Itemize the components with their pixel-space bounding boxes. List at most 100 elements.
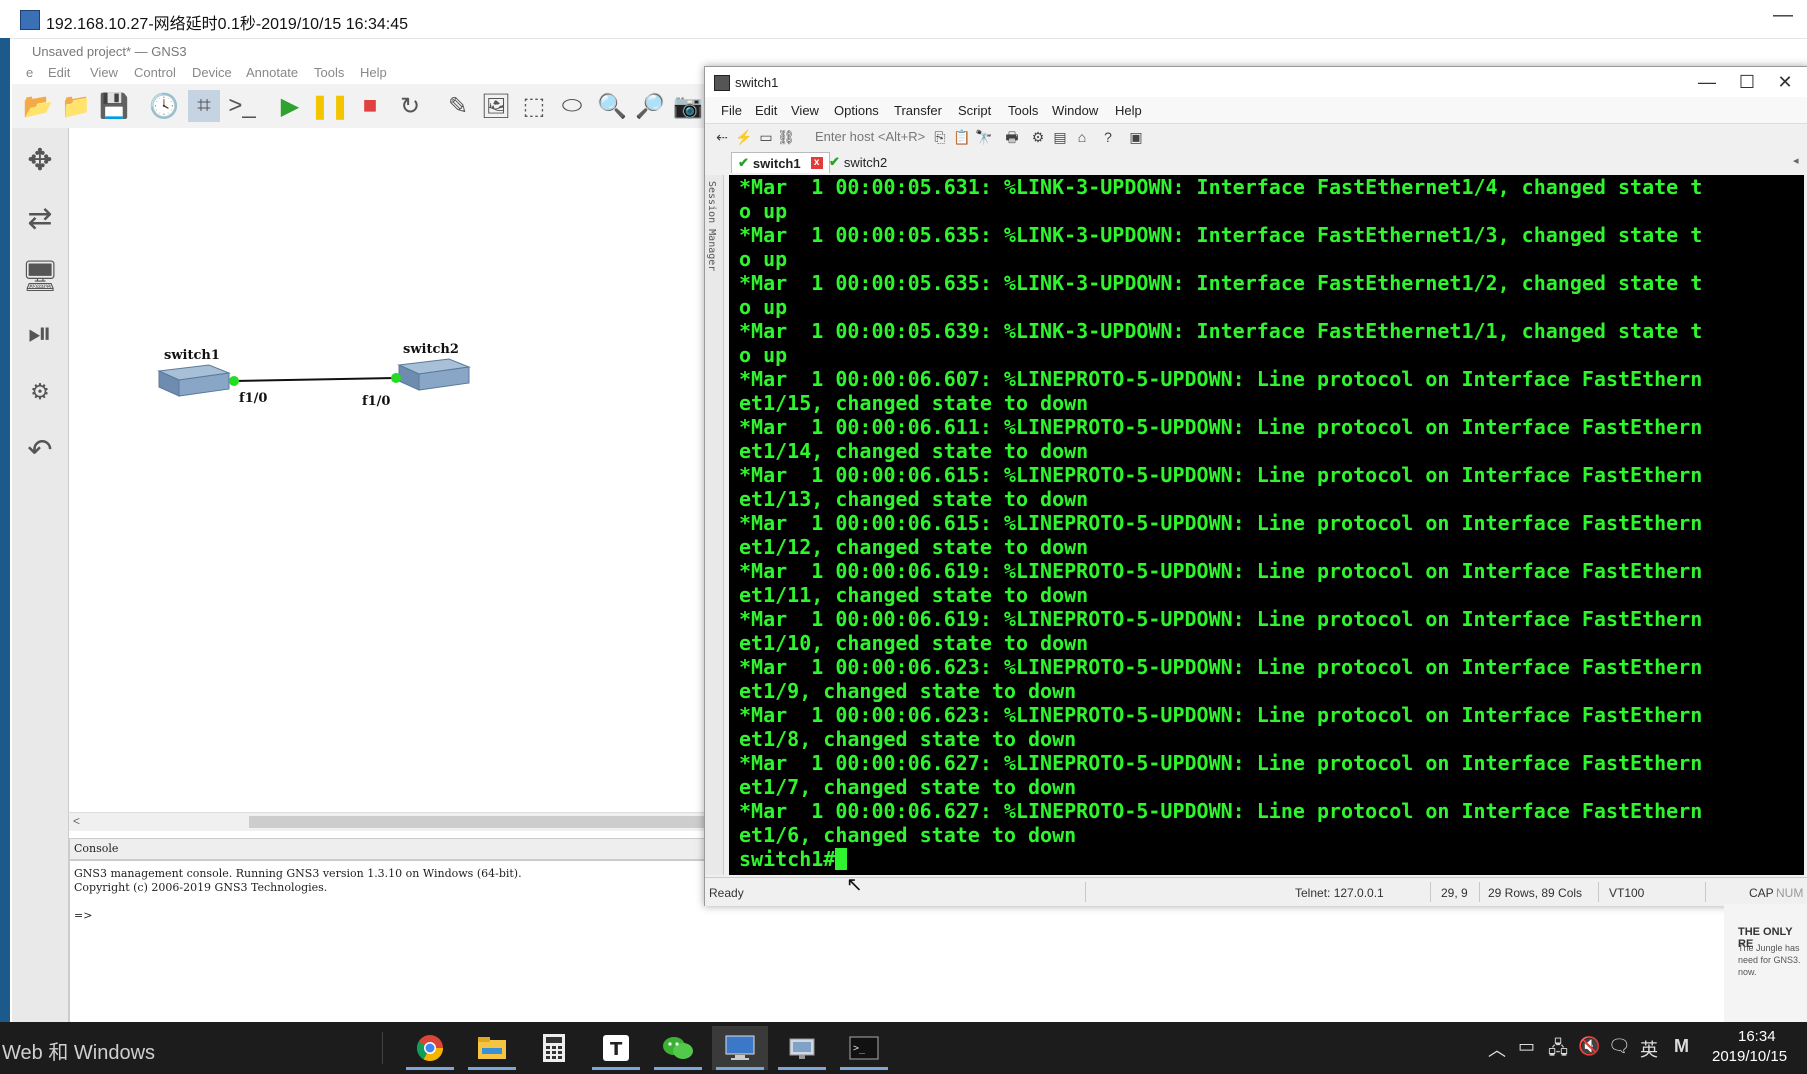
news-ad-panel[interactable]: THE ONLY RE The Jungle has need for GNS3… [1724, 904, 1807, 1022]
add-link-icon[interactable]: ↶ [18, 428, 62, 472]
connect-tab-icon[interactable]: ▭ [757, 128, 775, 146]
crt-menu-file[interactable]: File [721, 103, 742, 118]
crt-menu-help[interactable]: Help [1115, 103, 1142, 118]
sftp-icon[interactable]: ▤ [1051, 128, 1069, 146]
start-all-icon[interactable]: ▶ [274, 90, 306, 122]
calculator-icon[interactable] [526, 1026, 582, 1070]
paste-icon[interactable]: 📋 [953, 128, 971, 146]
crt-menu-transfer[interactable]: Transfer [894, 103, 942, 118]
topology-drawing [157, 358, 471, 397]
session-options-icon[interactable]: ⚙ [1029, 128, 1047, 146]
gns3-menu-help[interactable]: Help [360, 65, 387, 80]
crt-menu-script[interactable]: Script [958, 103, 991, 118]
network-status-icon[interactable]: 🖧 [1548, 1036, 1568, 1066]
print-icon[interactable]: 🖶 [1003, 128, 1021, 146]
stop-all-icon[interactable]: ■ [354, 90, 386, 122]
tab-switch2[interactable]: ✔ switch2 [823, 152, 893, 172]
snapshot-clock-icon[interactable]: 🕓 [148, 90, 180, 122]
save-project-icon[interactable]: 💾 [98, 90, 130, 122]
add-note-icon[interactable]: ✎ [442, 90, 474, 122]
clock-time[interactable]: 16:34 [1738, 1028, 1776, 1045]
crt-close-button[interactable]: ✕ [1765, 69, 1805, 95]
ime-indicator[interactable]: 英 [1640, 1036, 1658, 1062]
remote-window-titlebar: 192.168.10.27-网络延时0.1秒-2019/10/15 16:34:… [0, 0, 1807, 39]
keymap-icon[interactable]: ⌂ [1073, 128, 1091, 146]
terminal-prompt[interactable]: switch1# [739, 847, 835, 871]
minimize-button[interactable]: — [1768, 4, 1798, 32]
gns3-menu-edit[interactable]: Edit [48, 65, 70, 80]
chrome-icon[interactable] [402, 1026, 458, 1070]
screenshot-icon[interactable]: 📷 [672, 90, 704, 122]
volume-muted-icon[interactable]: 🔇 [1578, 1036, 1600, 1057]
browse-end-devices-icon[interactable]: 🖥 [18, 254, 62, 298]
help-icon[interactable]: ? [1099, 128, 1117, 146]
device-label-switch1[interactable]: switch1 [164, 348, 220, 363]
port-label: f1/0 [362, 394, 391, 409]
notification-icon[interactable]: 🗨 [1608, 1036, 1631, 1057]
quick-connect-icon[interactable]: ⚡ [735, 128, 753, 146]
crt-menu-options[interactable]: Options [834, 103, 879, 118]
console-prompt[interactable]: => [74, 909, 92, 922]
gns3-menu-annotate[interactable]: Annotate [246, 65, 298, 80]
reload-all-icon[interactable]: ↻ [394, 90, 426, 122]
suspend-all-icon[interactable]: ❚❚ [310, 90, 350, 122]
crt-minimize-button[interactable]: — [1687, 69, 1727, 95]
zoom-out-icon[interactable]: 🔎 [634, 90, 666, 122]
scroll-left-arrow[interactable]: < [73, 814, 80, 828]
terminal-line: *Mar 1 00:00:05.639: %LINK-3-UPDOWN: Int… [739, 319, 1703, 343]
link-line[interactable] [233, 377, 397, 382]
browse-switches-icon[interactable]: ⇄ [18, 196, 62, 240]
gns3-menu-device[interactable]: Device [192, 65, 232, 80]
tab-close-icon[interactable]: x [810, 157, 823, 169]
tab-switch1[interactable]: ✔ switch1 x [731, 152, 830, 173]
browse-all-devices-icon[interactable]: ⚙ [18, 370, 62, 414]
connect-icon[interactable]: ⇠ [713, 128, 731, 146]
gns3-menu-control[interactable]: Control [134, 65, 176, 80]
ime-mode-indicator[interactable]: M [1674, 1036, 1689, 1057]
gns3-menu-file[interactable]: e [26, 65, 33, 80]
show-interface-labels-icon[interactable]: ⌗ [188, 90, 220, 122]
crt-menu-view[interactable]: View [791, 103, 819, 118]
canvas-horizontal-scrollbar[interactable]: < [69, 812, 705, 831]
typora-icon[interactable]: T [588, 1026, 644, 1070]
browse-security-devices-icon[interactable]: ⏯ [18, 312, 62, 356]
file-explorer-icon[interactable] [464, 1026, 520, 1070]
switch1-icon[interactable] [157, 364, 231, 397]
find-icon[interactable]: 🔭 [975, 128, 993, 146]
battery-icon[interactable]: ▭ [1518, 1036, 1535, 1057]
browse-routers-icon[interactable]: ✥ [18, 138, 62, 182]
tab-scroll-left-icon[interactable]: ◂ [1793, 154, 1799, 167]
console-all-icon[interactable]: >_ [226, 90, 258, 122]
tray-overflow-icon[interactable]: ︿ [1488, 1036, 1506, 1062]
remote-desktop-icon[interactable] [712, 1026, 768, 1070]
network-icon[interactable] [774, 1026, 830, 1070]
device-label-switch2[interactable]: switch2 [403, 342, 459, 357]
insert-picture-icon[interactable]: 🖼 [480, 90, 512, 122]
clock-date[interactable]: 2019/10/15 [1712, 1048, 1787, 1065]
crt-maximize-button[interactable]: ☐ [1727, 69, 1767, 95]
session-manager-strip[interactable]: Session Manager [705, 175, 724, 875]
new-project-icon[interactable]: 📂 [22, 90, 54, 122]
terminal-line: et1/8, changed state to down [739, 727, 1077, 751]
terminal-icon[interactable]: >_ [836, 1026, 892, 1070]
reconnect-icon[interactable]: ⛓ [777, 128, 795, 146]
draw-rectangle-icon[interactable]: ⬚ [518, 90, 550, 122]
gns3-menu-tools[interactable]: Tools [314, 65, 344, 80]
open-project-icon[interactable]: 📁 [60, 90, 92, 122]
enter-host-field[interactable]: Enter host <Alt+R> [815, 129, 925, 144]
taskbar-search[interactable]: Web 和 Windows [2, 1036, 155, 1065]
gns3-menu-view[interactable]: View [90, 65, 118, 80]
terminal-screen[interactable]: *Mar 1 00:00:05.631: %LINK-3-UPDOWN: Int… [729, 175, 1804, 875]
wechat-icon[interactable] [650, 1026, 706, 1070]
draw-ellipse-icon[interactable]: ⬭ [556, 90, 588, 122]
zoom-in-icon[interactable]: 🔍 [596, 90, 628, 122]
crt-menu-tools[interactable]: Tools [1008, 103, 1038, 118]
crt-menu-window[interactable]: Window [1052, 103, 1098, 118]
topology-canvas[interactable]: switch1 switch2 f1/0 f1/0 [69, 128, 705, 818]
switch2-icon[interactable] [397, 358, 471, 391]
scrollbar-thumb[interactable] [249, 816, 705, 828]
terminal-line: et1/11, changed state to down [739, 583, 1089, 607]
copy-icon[interactable]: ⎘ [931, 128, 949, 146]
crt-menu-edit[interactable]: Edit [755, 103, 777, 118]
about-icon[interactable]: ▣ [1127, 128, 1145, 146]
